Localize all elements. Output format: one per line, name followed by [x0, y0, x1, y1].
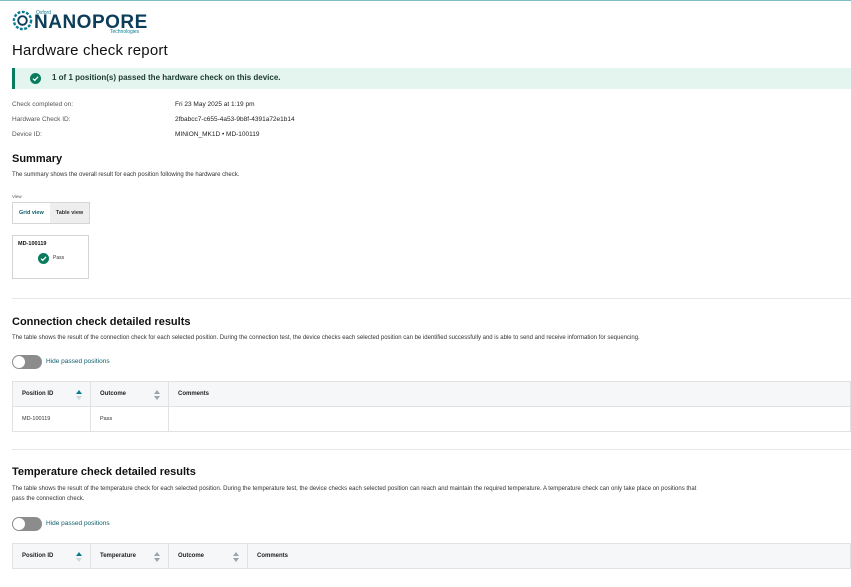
hardware-check-id-label: Hardware Check ID: — [12, 116, 71, 123]
table-header: Position ID Temperature Outcome Comments — [13, 544, 850, 569]
sort-icon — [233, 552, 239, 562]
section-divider — [12, 449, 851, 450]
sort-icon — [154, 552, 160, 562]
position-card: MD-100119 Pass — [12, 235, 89, 279]
temperature-check-description-line2: pass the connection check. — [12, 496, 85, 502]
cell-text: Pass — [100, 416, 113, 422]
cell-outcome: Pass — [91, 407, 169, 431]
table-row: MD-100119 Pass — [13, 407, 850, 431]
hide-passed-toggle[interactable] — [12, 517, 42, 531]
column-label: Position ID — [22, 553, 54, 559]
column-label: Temperature — [100, 553, 136, 559]
column-position-id[interactable]: Position ID — [13, 382, 91, 407]
column-position-id[interactable]: Position ID — [13, 544, 91, 569]
table-view-button[interactable]: Table view — [49, 203, 90, 223]
column-outcome[interactable]: Outcome — [91, 382, 169, 407]
column-comments: Comments — [169, 382, 850, 407]
connection-results-table: Position ID Outcome Comments MD-100119 P… — [12, 381, 851, 432]
column-label: Outcome — [178, 553, 205, 559]
banner-text: 1 of 1 position(s) passed the hardware c… — [52, 73, 281, 82]
page-title: Hardware check report — [12, 42, 168, 59]
column-label: Comments — [257, 553, 289, 559]
toggle-knob — [13, 518, 25, 530]
section-divider — [12, 298, 851, 299]
column-label: Outcome — [100, 391, 127, 397]
check-completed-label: Check completed on: — [12, 101, 74, 108]
temperature-results-table: Position ID Temperature Outcome Comments — [12, 543, 851, 569]
connection-check-title: Connection check detailed results — [12, 316, 191, 328]
summary-title: Summary — [12, 153, 63, 165]
sort-icon — [154, 390, 160, 400]
nanopore-logo-icon — [12, 10, 33, 31]
position-card-status: Pass — [53, 255, 65, 261]
column-label: Comments — [178, 391, 210, 397]
cell-text: MD-100119 — [22, 416, 51, 422]
device-id-label: Device ID: — [12, 131, 42, 138]
success-banner: 1 of 1 position(s) passed the hardware c… — [12, 68, 851, 89]
check-completed-value: Fri 23 May 2025 at 1:19 pm — [175, 101, 255, 108]
hardware-check-id-value: 2fbabcc7-c655-4a53-9b8f-4391a72e1b14 — [175, 116, 295, 123]
hide-passed-label: Hide passed positions — [46, 358, 110, 365]
logo-technologies-text: Technologies — [110, 29, 140, 35]
column-label: Position ID — [22, 391, 54, 397]
view-label: View — [12, 194, 22, 199]
column-comments: Comments — [248, 544, 850, 569]
view-switcher: Grid view Table view — [12, 202, 91, 224]
device-id-value: MINION_MK1D • MD-100119 — [175, 131, 260, 138]
connection-check-description: The table shows the result of the connec… — [12, 335, 640, 341]
sort-ascending-icon — [76, 390, 82, 400]
hide-passed-toggle[interactable] — [12, 355, 42, 369]
nanopore-logo: Oxford NANOPORE Technologies — [12, 9, 152, 35]
check-circle-icon — [30, 73, 41, 84]
toggle-knob — [13, 356, 25, 368]
column-outcome[interactable]: Outcome — [169, 544, 248, 569]
position-card-id: MD-100119 — [18, 241, 47, 247]
check-circle-icon — [38, 253, 49, 264]
temperature-check-title: Temperature check detailed results — [12, 466, 196, 478]
summary-description: The summary shows the overall result for… — [12, 172, 240, 178]
hide-passed-label: Hide passed positions — [46, 520, 110, 527]
cell-comments — [169, 407, 850, 431]
sort-ascending-icon — [76, 552, 82, 562]
column-temperature[interactable]: Temperature — [91, 544, 169, 569]
cell-position-id: MD-100119 — [13, 407, 91, 431]
table-header: Position ID Outcome Comments — [13, 382, 850, 407]
grid-view-button[interactable]: Grid view — [13, 203, 50, 223]
temperature-check-description-line1: The table shows the result of the temper… — [12, 486, 697, 492]
